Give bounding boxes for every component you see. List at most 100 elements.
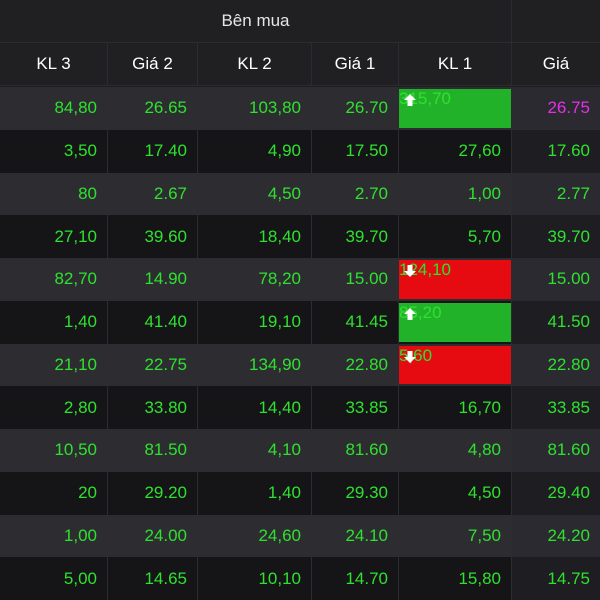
column-header-gia1[interactable]: Giá 1 [312,43,399,85]
cell-kl3: 1,40 [0,300,108,344]
cell-value: 39.70 [547,226,590,246]
table-row[interactable]: 82,70 14.90 78,20 15.00 124,10 15.00 [0,258,600,301]
cell-kl1: 5,60 [399,343,512,387]
cell-value: 29.20 [144,483,187,503]
cell-kl3: 5,00 [0,557,108,600]
cell-kl3: 1,00 [0,514,108,558]
cell-value: 27,10 [54,226,97,246]
cell-kl2: 19,10 [198,300,312,344]
cell-value: 26.75 [547,98,590,118]
cell-gia2: 39.60 [108,215,198,258]
arrow-up-icon [403,306,417,320]
cell-gia: 26.75 [512,87,600,130]
cell-value: 1,40 [267,483,301,503]
cell-gia2: 81.50 [108,429,198,472]
arrow-down-icon [403,349,417,363]
cell-kl3: 82,70 [0,258,108,301]
cell-value: 103,80 [249,98,301,118]
cell-value: 17.60 [547,141,590,161]
cell-value: 4,80 [467,440,501,460]
cell-gia1: 17.50 [312,129,399,173]
cell-gia1: 15.00 [312,258,399,301]
table-row[interactable]: 10,50 81.50 4,10 81.60 4,80 81.60 [0,429,600,472]
cell-value: 19,10 [258,312,301,332]
cell-value: 15,80 [458,568,501,588]
table-row[interactable]: 1,00 24.00 24,60 24.10 7,50 24.20 [0,514,600,558]
cell-kl3: 2,80 [0,386,108,429]
cell-gia: 14.75 [512,557,600,600]
table-row[interactable]: 21,10 22.75 134,90 22.80 5,60 22.80 [0,343,600,387]
cell-value: 84,80 [54,98,97,118]
cell-gia: 24.20 [512,514,600,558]
cell-kl2: 78,20 [198,258,312,301]
cell-kl1: 124,10 [399,258,512,301]
cell-value: 2.67 [153,183,187,203]
column-header-gia[interactable]: Giá [512,43,600,85]
kl1-highlight-down: 5,60 [399,345,511,385]
table-row[interactable]: 80 2.67 4,50 2.70 1,00 2.77 [0,172,600,216]
cell-value: 80 [78,183,97,203]
table-row[interactable]: 84,80 26.65 103,80 26.70 315,70 26.75 [0,87,600,130]
table-row[interactable]: 5,00 14.65 10,10 14.70 15,80 14.75 [0,557,600,600]
cell-value: 33.85 [547,397,590,417]
cell-value: 33.80 [144,397,187,417]
cell-value: 17.50 [345,141,388,161]
column-header-kl2[interactable]: KL 2 [198,43,312,85]
cell-value: 2.77 [556,183,590,203]
cell-value: 18,40 [258,226,301,246]
cell-value: 15.00 [345,269,388,289]
cell-kl2: 14,40 [198,386,312,429]
cell-kl3: 84,80 [0,87,108,130]
cell-value: 16,70 [458,397,501,417]
table-row[interactable]: 1,40 41.40 19,10 41.45 85,20 41.50 [0,300,600,344]
cell-value: 39.60 [144,226,187,246]
cell-kl1: 7,50 [399,514,512,558]
cell-value: 39.70 [345,226,388,246]
cell-gia: 17.60 [512,129,600,173]
table-row[interactable]: 3,50 17.40 4,90 17.50 27,60 17.60 [0,129,600,173]
cell-gia2: 2.67 [108,172,198,216]
cell-kl1: 1,00 [399,172,512,216]
price-board: Bên mua KL 3 Giá 2 KL 2 Giá 1 KL 1 Giá 8… [0,0,600,600]
cell-kl2: 18,40 [198,215,312,258]
cell-gia: 15.00 [512,258,600,301]
table-row[interactable]: 20 29.20 1,40 29.30 4,50 29.40 [0,471,600,515]
cell-kl1: 4,50 [399,471,512,515]
cell-value: 20 [78,483,97,503]
cell-value: 24.00 [144,525,187,545]
cell-value: 2.70 [354,183,388,203]
cell-value: 14.70 [345,568,388,588]
cell-value: 14,40 [258,397,301,417]
cell-gia: 39.70 [512,215,600,258]
cell-gia1: 2.70 [312,172,399,216]
cell-value: 41.45 [345,312,388,332]
cell-value: 3,50 [63,141,97,161]
column-header-gia2[interactable]: Giá 2 [108,43,198,85]
cell-value: 1,00 [63,525,97,545]
cell-gia: 22.80 [512,343,600,387]
table-row[interactable]: 27,10 39.60 18,40 39.70 5,70 39.70 [0,215,600,258]
cell-gia1: 22.80 [312,343,399,387]
cell-value: 1,00 [467,183,501,203]
kl1-highlight-up: 315,70 [399,89,511,128]
column-header-kl1[interactable]: KL 1 [399,43,512,85]
cell-value: 22.75 [144,354,187,374]
column-header-kl3[interactable]: KL 3 [0,43,108,85]
cell-kl3: 10,50 [0,429,108,472]
arrow-down-icon [403,263,417,277]
cell-kl1: 15,80 [399,557,512,600]
cell-kl2: 4,90 [198,129,312,173]
cell-kl2: 134,90 [198,343,312,387]
group-title-bid: Bên mua [0,0,512,42]
kl1-highlight-down: 124,10 [399,260,511,299]
cell-gia1: 33.85 [312,386,399,429]
cell-gia: 33.85 [512,386,600,429]
cell-kl1: 315,70 [399,87,512,130]
cell-value: 29.40 [547,483,590,503]
cell-value: 5,00 [63,568,97,588]
cell-value: 81.60 [345,440,388,460]
cell-kl2: 4,50 [198,172,312,216]
arrow-up-icon [403,92,417,106]
cell-gia2: 33.80 [108,386,198,429]
table-row[interactable]: 2,80 33.80 14,40 33.85 16,70 33.85 [0,386,600,429]
